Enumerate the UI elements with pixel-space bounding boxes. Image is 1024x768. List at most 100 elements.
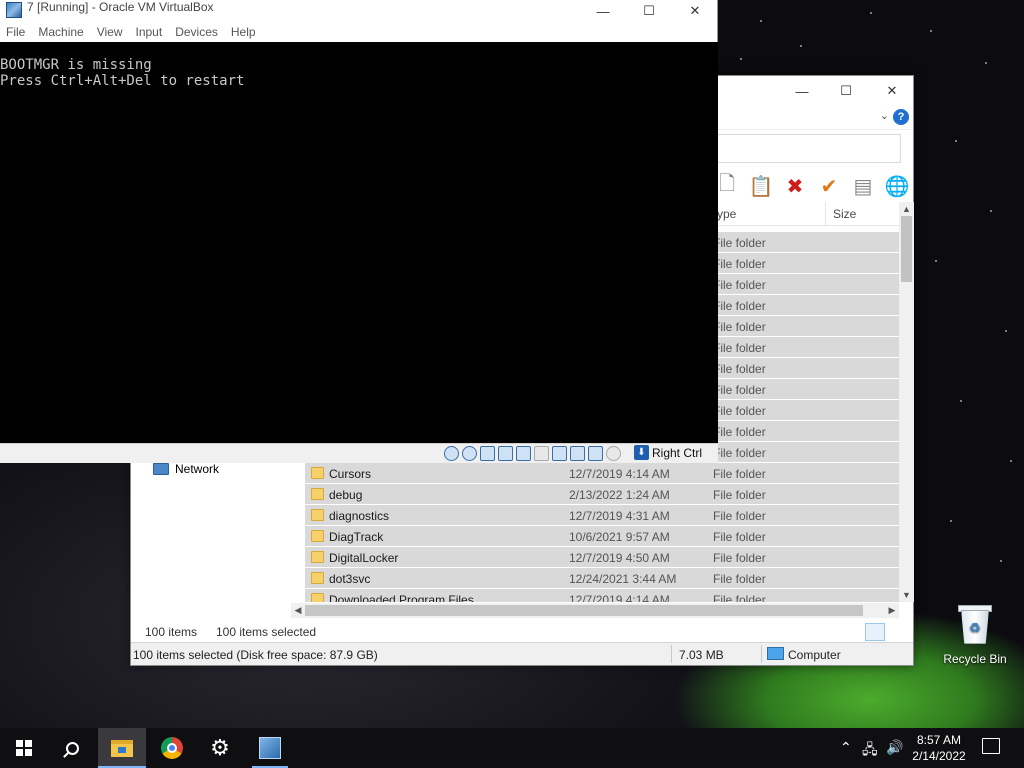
taskbar-clock[interactable]: 8:57 AM 2/14/2022	[910, 732, 968, 764]
table-row[interactable]: Cursors 12/7/2019 4:14 AM File folder	[305, 463, 899, 484]
display-icon[interactable]	[552, 446, 567, 461]
folder-icon	[311, 509, 324, 521]
paste-icon[interactable]: 📋	[749, 174, 774, 198]
explorer-minimize-button[interactable]: —	[779, 76, 825, 106]
menu-input[interactable]: Input	[136, 22, 170, 42]
status-size: 7.03 MB	[679, 648, 724, 662]
vm-title-bar[interactable]: 7 [Running] - Oracle VM VirtualBox — ☐ ✕	[0, 0, 717, 22]
vertical-scroll-thumb[interactable]	[901, 216, 912, 282]
recycle-bin-icon: ♻	[957, 602, 993, 646]
vm-minimize-button[interactable]: —	[580, 0, 626, 22]
search-button[interactable]	[48, 728, 96, 768]
horizontal-scrollbar[interactable]: ◀ ▶	[291, 603, 899, 618]
copy-icon[interactable]: 🗋	[715, 173, 739, 198]
column-header-type[interactable]: ype	[717, 207, 736, 221]
show-hidden-icons-chevron-icon[interactable]: ⌃	[840, 739, 852, 756]
row-name: Cursors	[329, 467, 372, 481]
help-icon[interactable]: ?	[893, 109, 909, 125]
globe-icon[interactable]: 🌐	[885, 174, 910, 198]
file-explorer-icon	[111, 739, 133, 757]
optical-drive-icon[interactable]	[462, 446, 477, 461]
menu-machine[interactable]: Machine	[38, 22, 90, 42]
vm-display[interactable]: BOOTMGR is missing Press Ctrl+Alt+Del to …	[0, 42, 718, 443]
explorer-close-button[interactable]: ✕	[869, 76, 915, 106]
scroll-down-arrow-icon[interactable]: ▼	[899, 588, 914, 602]
taskbar-settings[interactable]: ⚙	[196, 728, 244, 768]
video-capture-icon[interactable]	[570, 446, 585, 461]
explorer-address-bar[interactable]	[711, 134, 901, 163]
row-type: File folder	[713, 488, 766, 502]
item-count: 100 items	[145, 625, 198, 639]
column-header-size[interactable]: Size	[833, 207, 856, 221]
clock-time: 8:57 AM	[916, 733, 962, 747]
recycle-bin-desktop-icon[interactable]: ♻ Recycle Bin	[940, 600, 1010, 666]
checkmark-icon[interactable]: ✔	[817, 174, 841, 198]
row-date: 12/7/2019 4:14 AM	[569, 467, 670, 481]
row-type: File folder	[713, 530, 766, 544]
hard-disk-icon[interactable]	[444, 446, 459, 461]
row-type: File folder	[713, 236, 766, 250]
menu-devices[interactable]: Devices	[175, 22, 225, 42]
scroll-left-arrow-icon[interactable]: ◀	[291, 603, 305, 618]
vm-close-button[interactable]: ✕	[672, 0, 718, 22]
clock-date: 2/14/2022	[912, 749, 966, 763]
explorer-status-bar: 100 items selected (Disk free space: 87.…	[131, 642, 913, 665]
menu-file[interactable]: File	[6, 22, 32, 42]
scroll-right-arrow-icon[interactable]: ▶	[885, 603, 899, 618]
horizontal-scroll-thumb[interactable]	[305, 605, 863, 616]
folder-icon	[311, 488, 324, 500]
vertical-scrollbar[interactable]: ▲ ▼	[899, 202, 914, 602]
row-date: 12/7/2019 4:31 AM	[569, 509, 670, 523]
network-adapter-icon[interactable]	[498, 446, 513, 461]
taskbar-virtualbox[interactable]	[246, 728, 294, 768]
virtualbox-app-icon	[6, 2, 22, 18]
row-type: File folder	[713, 278, 766, 292]
virtualbox-vm-window[interactable]: 7 [Running] - Oracle VM VirtualBox — ☐ ✕…	[0, 0, 718, 463]
scroll-up-arrow-icon[interactable]: ▲	[899, 202, 914, 216]
row-type: File folder	[713, 509, 766, 523]
audio-icon[interactable]	[480, 446, 495, 461]
row-type: File folder	[713, 320, 766, 334]
explorer-maximize-button[interactable]: ☐	[823, 76, 869, 106]
details-view-button[interactable]	[865, 623, 885, 641]
folder-icon	[311, 467, 324, 479]
usb-icon[interactable]	[516, 446, 531, 461]
ribbon-expand-chevron-icon[interactable]: ⌄	[880, 109, 889, 122]
explorer-details-bar: 100 items 100 items selected	[131, 621, 913, 643]
cpu-vt-icon[interactable]	[588, 446, 603, 461]
menu-view[interactable]: View	[97, 22, 130, 42]
host-key-indicator[interactable]: ⬇ Right Ctrl	[634, 445, 702, 460]
status-location: Computer	[788, 648, 841, 662]
row-type: File folder	[713, 425, 766, 439]
table-row[interactable]: DiagTrack 10/6/2021 9:57 AM File folder	[305, 526, 899, 547]
network-status-icon[interactable]: 🖧	[862, 739, 878, 763]
taskbar: ⚙ ⌃ 🖧 🔊 8:57 AM 2/14/2022	[0, 728, 1024, 768]
row-date: 12/7/2019 4:50 AM	[569, 551, 670, 565]
navigation-pane: Network	[131, 456, 305, 617]
row-name: Downloaded Program Files	[329, 593, 474, 602]
host-key-label: Right Ctrl	[652, 445, 703, 460]
mouse-integration-icon[interactable]	[606, 446, 621, 461]
table-row[interactable]: dot3svc 12/24/2021 3:44 AM File folder	[305, 568, 899, 589]
rename-icon[interactable]: ▤	[851, 174, 875, 198]
computer-icon	[767, 647, 784, 660]
taskbar-file-explorer[interactable]	[98, 728, 146, 768]
volume-icon[interactable]: 🔊	[886, 739, 903, 756]
taskbar-chrome[interactable]	[148, 728, 196, 768]
table-row[interactable]: debug 2/13/2022 1:24 AM File folder	[305, 484, 899, 505]
table-row[interactable]: Downloaded Program Files 12/7/2019 4:14 A…	[305, 589, 899, 602]
action-center-icon[interactable]	[982, 738, 1000, 754]
chrome-icon	[161, 737, 183, 759]
table-row[interactable]: DigitalLocker 12/7/2019 4:50 AM File folde…	[305, 547, 899, 568]
shared-folders-icon[interactable]	[534, 446, 549, 461]
windows-logo-icon	[16, 740, 32, 756]
large-icons-view-button[interactable]	[887, 623, 907, 641]
selected-count: 100 items selected	[216, 625, 317, 639]
start-button[interactable]	[0, 728, 48, 768]
nav-item-network[interactable]: Network	[153, 462, 219, 476]
menu-help[interactable]: Help	[231, 22, 263, 42]
arrow-down-icon: ⬇	[634, 445, 649, 460]
table-row[interactable]: diagnostics 12/7/2019 4:31 AM File folder	[305, 505, 899, 526]
delete-icon[interactable]: ✖	[783, 174, 807, 198]
vm-maximize-button[interactable]: ☐	[626, 0, 672, 22]
